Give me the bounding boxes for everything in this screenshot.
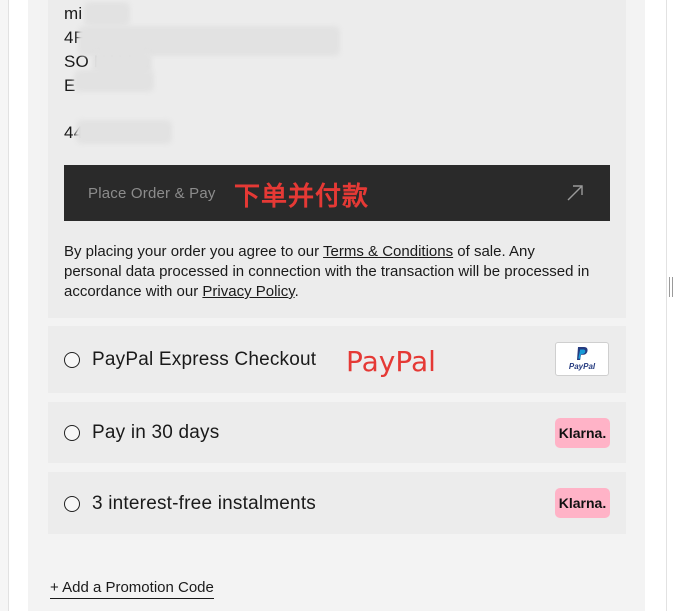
klarna-instalments-radio[interactable] [64,496,80,512]
redaction-blur [84,2,130,26]
place-order-button[interactable]: Place Order & Pay 下单并付款 [64,165,610,221]
payment-option-klarna-instalments[interactable]: 3 interest-free instalments Klarna. [48,472,626,534]
add-promotion-code-link[interactable]: + Add a Promotion Code [50,579,214,599]
terms-text-suffix: . [294,283,299,300]
privacy-policy-link[interactable]: Privacy Policy [202,283,294,300]
left-divider [8,0,9,611]
checkout-page: mi 4F SO HALL, E 44 8528 Place Order & P… [0,0,674,611]
resize-handle[interactable] [669,277,673,297]
right-divider [666,0,667,611]
klarna-logo: Klarna. [555,418,610,448]
terms-notice: By placing your order you agree to our T… [64,242,594,302]
paypal-logo: PayPal [555,342,609,376]
paypal-radio[interactable] [64,352,80,368]
terms-conditions-link[interactable]: Terms & Conditions [323,243,453,260]
arrow-up-right-icon [567,185,583,201]
payment-option-label: Pay in 30 days [92,422,220,443]
redaction-blur [76,120,172,144]
payment-option-label: PayPal Express Checkout [92,349,317,370]
redaction-blur [74,70,154,92]
paypal-annotation: PayPal [346,345,436,378]
left-gutter [0,0,8,611]
place-order-label: Place Order & Pay [88,185,216,202]
delivery-address-card: mi 4F SO HALL, E 44 8528 Place Order & P… [48,0,626,318]
payment-option-paypal[interactable]: PayPal Express Checkout PayPal PayPal [48,326,626,393]
payment-option-label: 3 interest-free instalments [92,493,316,514]
place-order-annotation: 下单并付款 [234,182,370,212]
paypal-logo-text: PayPal [568,362,596,371]
terms-text-prefix: By placing your order you agree to our [64,243,324,260]
klarna-30-days-radio[interactable] [64,425,80,441]
address-name: mi [64,4,83,23]
klarna-logo: Klarna. [555,488,610,518]
paypal-icon [577,347,588,360]
payment-option-klarna-30-days[interactable]: Pay in 30 days Klarna. [48,402,626,463]
